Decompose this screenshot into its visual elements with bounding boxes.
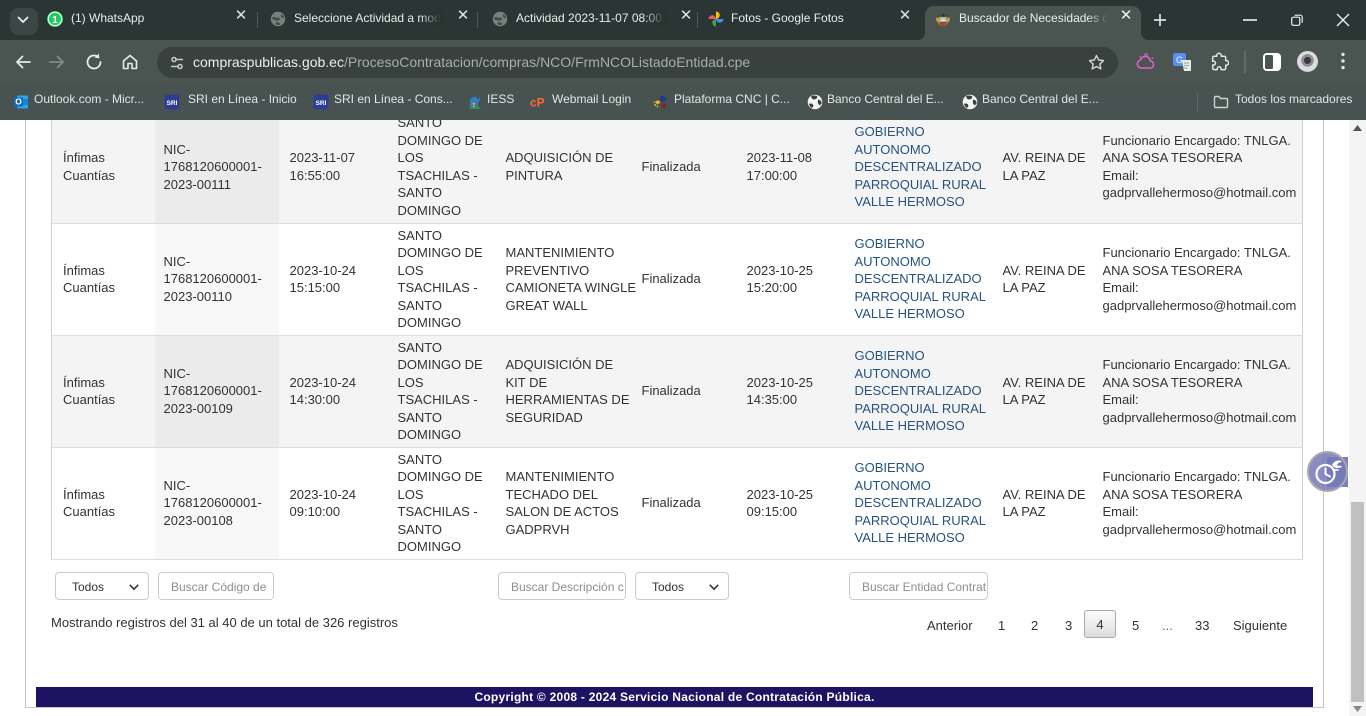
svg-text:1: 1 (52, 15, 58, 26)
svg-text:SRI: SRI (316, 100, 327, 107)
svg-text:O: O (15, 97, 22, 107)
svg-text:G: G (1176, 55, 1183, 65)
svg-text:SRI: SRI (167, 100, 178, 107)
svg-text:cP: cP (530, 96, 545, 110)
